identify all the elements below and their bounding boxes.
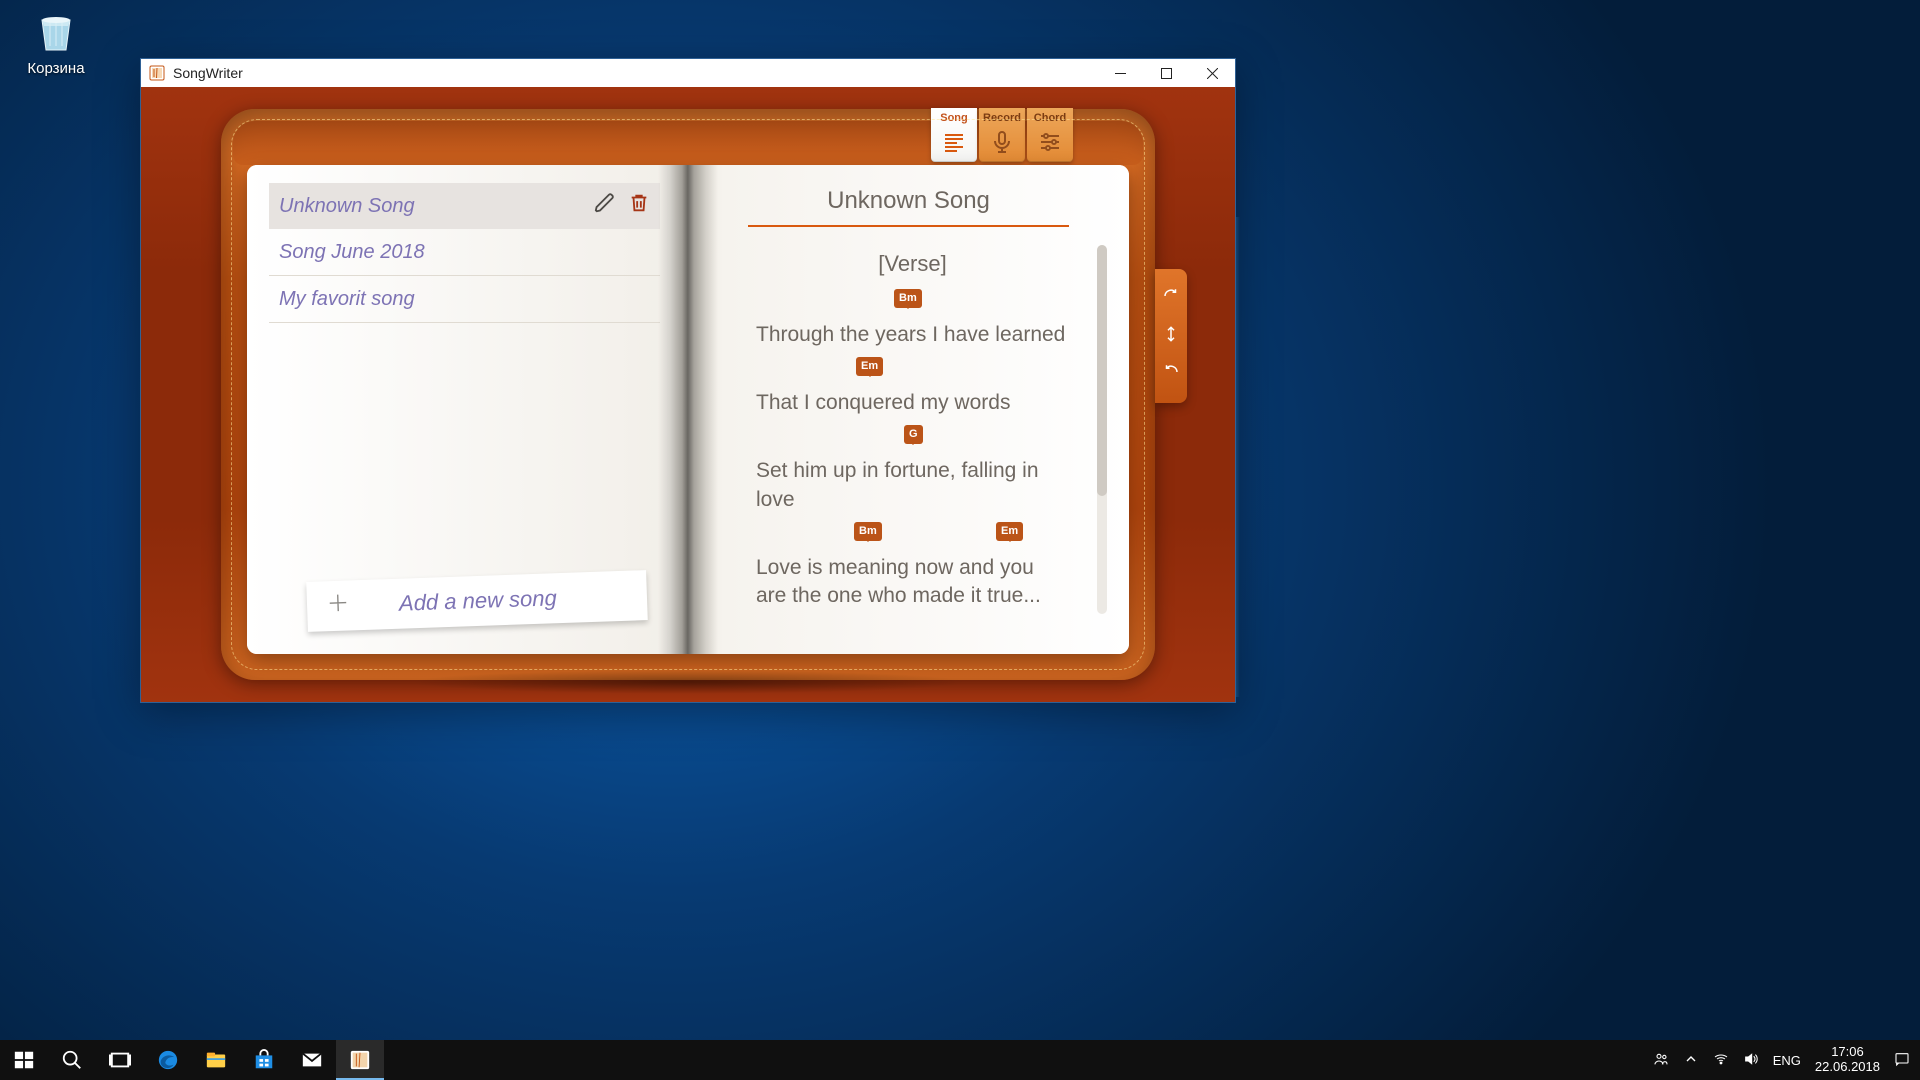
song-title: Unknown Song — [279, 195, 415, 218]
recycle-bin-icon — [32, 8, 80, 56]
window-close-button[interactable] — [1189, 59, 1235, 87]
lyrics-scrollbar[interactable] — [1097, 245, 1107, 614]
taskbar-date: 22.06.2018 — [1815, 1060, 1880, 1075]
tab-record[interactable]: Record — [979, 108, 1025, 162]
app-body: Song Record Chord — [141, 87, 1235, 702]
chord-tag[interactable]: Bm — [854, 522, 882, 541]
section-label: [Verse] — [756, 249, 1069, 279]
plus-icon — [327, 591, 350, 620]
song-row[interactable]: Song June 2018 — [269, 229, 660, 276]
lyric-line: Em That I conquered my words — [756, 363, 1069, 417]
tab-song-label: Song — [931, 112, 977, 124]
add-song-button[interactable]: Add a new song — [306, 570, 648, 632]
chord-tag[interactable]: Em — [996, 522, 1023, 541]
chord-tag[interactable]: G — [904, 425, 923, 444]
taskbar-app-edge[interactable] — [144, 1040, 192, 1080]
lyric-line: Bm Em Love is meaning now and you are th… — [756, 528, 1069, 611]
window-minimize-button[interactable] — [1097, 59, 1143, 87]
chevron-up-icon[interactable] — [1683, 1051, 1699, 1070]
page-right: Unknown Song [Verse] Bm Through the year… — [688, 165, 1129, 654]
notifications-icon[interactable] — [1894, 1051, 1910, 1070]
task-view-button[interactable] — [96, 1040, 144, 1080]
start-button[interactable] — [0, 1040, 48, 1080]
taskbar-app-mail[interactable] — [288, 1040, 336, 1080]
window-maximize-button[interactable] — [1143, 59, 1189, 87]
microphone-icon — [979, 130, 1025, 154]
language-indicator[interactable]: ENG — [1773, 1053, 1801, 1068]
current-song-title: Unknown Song — [748, 187, 1069, 227]
taskbar-app-songwriter[interactable] — [336, 1040, 384, 1080]
taskbar: ENG 17:06 22.06.2018 — [0, 1040, 1920, 1080]
search-button[interactable] — [48, 1040, 96, 1080]
song-title: My favorit song — [279, 288, 415, 311]
tab-record-label: Record — [979, 112, 1025, 124]
lyric-line: G Set him up in fortune, falling in love — [756, 431, 1069, 514]
arrows-vertical-icon[interactable] — [1162, 325, 1180, 348]
taskbar-time: 17:06 — [1815, 1045, 1880, 1060]
song-row[interactable]: Unknown Song — [269, 183, 660, 229]
add-song-label: Add a new song — [399, 585, 558, 616]
text-lines-icon — [931, 130, 977, 154]
taskbar-app-explorer[interactable] — [192, 1040, 240, 1080]
recycle-bin[interactable]: Корзина — [16, 8, 96, 77]
scroll-thumb[interactable] — [1097, 245, 1107, 496]
trash-icon[interactable] — [628, 192, 650, 220]
pencil-icon[interactable] — [594, 192, 616, 220]
mode-tabs: Song Record Chord — [931, 108, 1073, 162]
chord-tag[interactable]: Bm — [894, 289, 922, 308]
wifi-icon[interactable] — [1713, 1051, 1729, 1070]
tab-chord[interactable]: Chord — [1027, 108, 1073, 162]
song-row[interactable]: My favorit song — [269, 276, 660, 323]
undo-icon[interactable] — [1162, 287, 1180, 310]
recycle-bin-label: Корзина — [16, 60, 96, 77]
notebook: Unknown Song Song June 2018 My favorit s… — [247, 165, 1129, 654]
taskbar-clock[interactable]: 17:06 22.06.2018 — [1815, 1045, 1880, 1075]
tab-song[interactable]: Song — [931, 108, 977, 162]
system-tray: ENG 17:06 22.06.2018 — [1643, 1045, 1920, 1075]
song-title: Song June 2018 — [279, 241, 425, 264]
window-title: SongWriter — [173, 65, 243, 81]
tab-chord-label: Chord — [1027, 112, 1073, 124]
taskbar-app-store[interactable] — [240, 1040, 288, 1080]
lyric-line: Bm Through the years I have learned — [756, 295, 1069, 349]
transpose-panel — [1155, 269, 1187, 403]
redo-icon[interactable] — [1162, 363, 1180, 386]
titlebar[interactable]: SongWriter — [141, 59, 1235, 87]
people-icon[interactable] — [1653, 1051, 1669, 1070]
volume-icon[interactable] — [1743, 1051, 1759, 1070]
chord-tag[interactable]: Em — [856, 357, 883, 376]
page-left: Unknown Song Song June 2018 My favorit s… — [247, 165, 688, 654]
lyrics-area[interactable]: [Verse] Bm Through the years I have lear… — [756, 245, 1069, 634]
notebook-leather: Song Record Chord — [221, 109, 1155, 680]
sliders-icon — [1027, 130, 1073, 154]
app-window: SongWriter Song Record — [140, 58, 1236, 703]
app-icon — [149, 65, 165, 81]
song-list: Unknown Song Song June 2018 My favorit s… — [269, 183, 660, 554]
